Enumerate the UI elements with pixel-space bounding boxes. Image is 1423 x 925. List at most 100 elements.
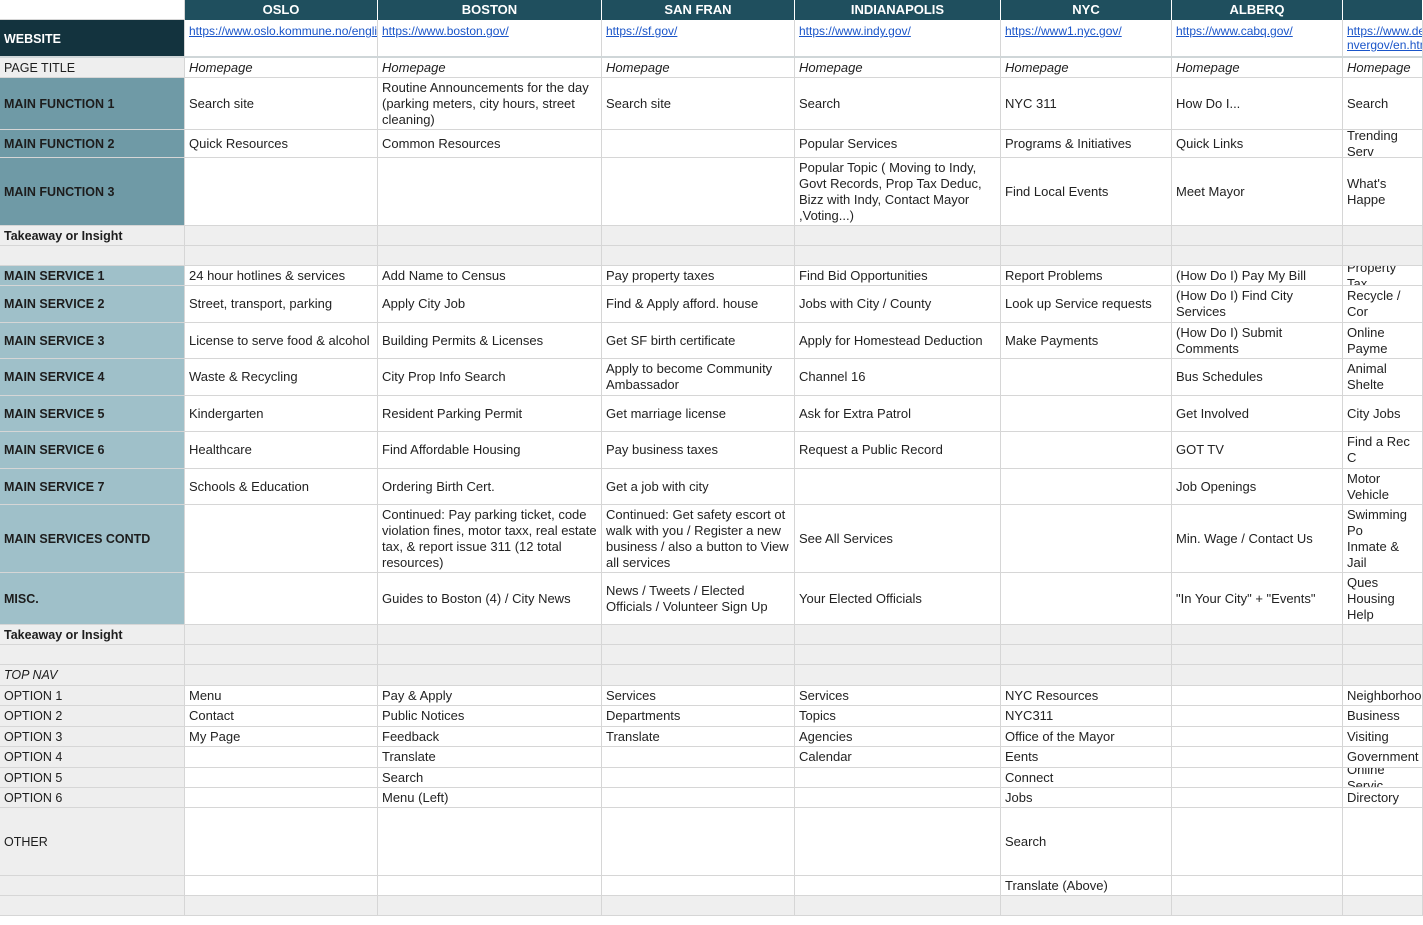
table-cell[interactable]: Homepage [602,58,795,78]
row-label[interactable]: PAGE TITLE [0,58,185,78]
column-header-7[interactable] [1343,0,1423,20]
table-cell[interactable]: "In Your City" + "Events" [1172,573,1343,625]
row-label[interactable]: MAIN FUNCTION 2 [0,130,185,158]
table-cell[interactable]: Continued: Get safety escort ot walk wit… [602,505,795,573]
table-cell[interactable]: Routine Announcements for the day (parki… [378,78,602,130]
table-cell[interactable]: How Do I... [1172,78,1343,130]
table-cell[interactable] [185,505,378,573]
table-cell[interactable] [378,246,602,266]
table-cell[interactable]: Building Permits & Licenses [378,323,602,359]
row-label[interactable]: MAIN SERVICE 2 [0,286,185,323]
table-cell[interactable]: Have A Ques Housing Help services) [1343,573,1423,625]
table-cell[interactable] [795,788,1001,808]
table-cell[interactable] [378,625,602,645]
table-cell[interactable]: Visiting [1343,727,1423,747]
table-cell[interactable]: Find Local Events [1001,158,1172,226]
table-cell[interactable] [1343,645,1423,665]
table-cell[interactable]: Recycle / Cor [1343,286,1423,323]
table-cell[interactable] [602,896,795,916]
row-label[interactable]: MISC. [0,573,185,625]
table-cell[interactable]: Find & Apply afford. house [602,286,795,323]
table-cell[interactable] [602,130,795,158]
table-cell[interactable]: Ask for Extra Patrol [795,396,1001,432]
table-cell[interactable]: Min. Wage / Contact Us [1172,505,1343,573]
table-cell[interactable] [795,246,1001,266]
table-cell[interactable]: Find Bid Opportunities [795,266,1001,286]
table-cell[interactable]: Jobs with City / County [795,286,1001,323]
table-cell[interactable] [1172,808,1343,876]
table-cell[interactable]: Channel 16 [795,359,1001,396]
table-cell[interactable]: Menu (Left) [378,788,602,808]
table-cell[interactable] [1343,808,1423,876]
column-header-5[interactable]: NYC [1001,0,1172,20]
row-label[interactable]: MAIN FUNCTION 3 [0,158,185,226]
table-cell[interactable]: Healthcare [185,432,378,469]
table-cell[interactable]: Get Involved [1172,396,1343,432]
table-cell[interactable] [602,747,795,768]
table-cell[interactable]: Search [795,78,1001,130]
website-link[interactable]: https://www1.nyc.gov/ [1001,20,1172,58]
table-cell[interactable] [1001,665,1172,686]
table-cell[interactable]: Departments [602,706,795,727]
table-cell[interactable] [1172,876,1343,896]
table-cell[interactable] [1343,246,1423,266]
table-cell[interactable]: Connect [1001,768,1172,788]
table-cell[interactable]: Add Name to Census [378,266,602,286]
table-cell[interactable] [602,665,795,686]
row-label[interactable]: MAIN SERVICE 7 [0,469,185,505]
table-cell[interactable] [185,158,378,226]
column-header-4[interactable]: INDIANAPOLIS [795,0,1001,20]
table-cell[interactable] [795,469,1001,505]
row-label[interactable]: Takeaway or Insight [0,226,185,246]
table-cell[interactable] [185,808,378,876]
table-cell[interactable]: City Jobs [1343,396,1423,432]
table-cell[interactable]: Report Problems [1001,266,1172,286]
table-cell[interactable] [1001,505,1172,573]
table-cell[interactable] [1001,573,1172,625]
table-cell[interactable]: Topics [795,706,1001,727]
table-cell[interactable]: Apply to become Community Ambassador [602,359,795,396]
table-cell[interactable] [185,625,378,645]
table-cell[interactable]: See All Services [795,505,1001,573]
table-cell[interactable] [185,788,378,808]
table-cell[interactable]: Get a job with city [602,469,795,505]
table-cell[interactable] [1172,727,1343,747]
table-cell[interactable]: Search [1343,78,1423,130]
table-cell[interactable] [1343,665,1423,686]
table-cell[interactable]: Common Resources [378,130,602,158]
table-cell[interactable]: Homepage [378,58,602,78]
table-cell[interactable]: Apply City Job [378,286,602,323]
table-cell[interactable] [1343,896,1423,916]
table-cell[interactable]: Search [1001,808,1172,876]
table-cell[interactable] [185,896,378,916]
table-cell[interactable] [378,808,602,876]
table-cell[interactable]: Pay business taxes [602,432,795,469]
table-cell[interactable]: Find a Rec C [1343,432,1423,469]
table-cell[interactable]: Property Tax [1343,266,1423,286]
table-cell[interactable] [1001,226,1172,246]
table-cell[interactable]: Street, transport, parking [185,286,378,323]
table-cell[interactable] [1172,768,1343,788]
table-cell[interactable] [378,158,602,226]
table-cell[interactable] [1343,226,1423,246]
table-cell[interactable] [602,808,795,876]
table-cell[interactable]: Public Notices [378,706,602,727]
table-cell[interactable] [185,876,378,896]
table-cell[interactable]: Guides to Boston (4) / City News [378,573,602,625]
website-link[interactable]: https://www.de nvergov/en.htm [1343,20,1423,58]
table-cell[interactable]: My Page [185,727,378,747]
table-cell[interactable] [1172,896,1343,916]
table-cell[interactable] [1001,625,1172,645]
table-cell[interactable] [1001,896,1172,916]
row-label[interactable]: MAIN SERVICE 1 [0,266,185,286]
table-cell[interactable] [1172,788,1343,808]
row-label[interactable] [0,876,185,896]
website-link[interactable]: https://www.oslo.kommune.no/english/#gre… [185,20,378,58]
table-cell[interactable]: Motor Vehicle [1343,469,1423,505]
table-cell[interactable]: Translate [378,747,602,768]
table-cell[interactable] [1172,706,1343,727]
table-cell[interactable]: Office of the Mayor [1001,727,1172,747]
table-cell[interactable]: Popular Services [795,130,1001,158]
table-cell[interactable] [1172,686,1343,706]
row-label[interactable]: MAIN SERVICES CONTD [0,505,185,573]
